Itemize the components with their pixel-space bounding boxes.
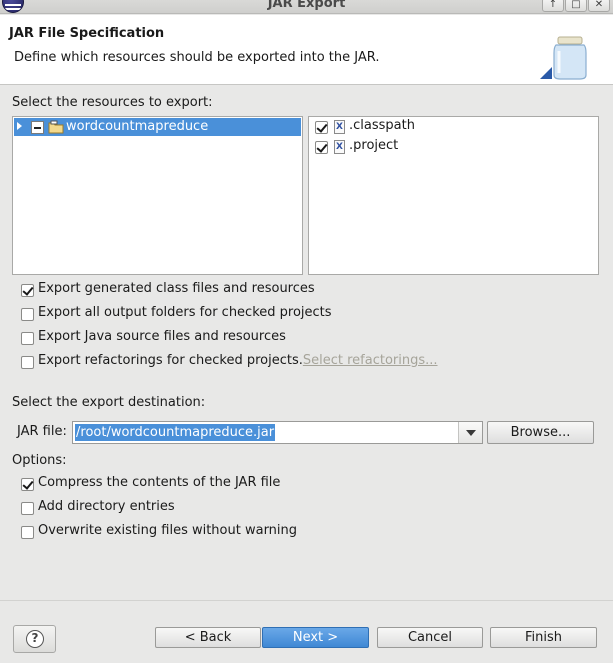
export-java-source-option[interactable]: Export Java source files and resources: [20, 329, 470, 347]
window-title: JAR Export: [267, 0, 346, 11]
file-item-project[interactable]: X .project: [313, 138, 593, 156]
project-folder-icon: [48, 120, 64, 134]
cancel-button[interactable]: Cancel: [377, 627, 483, 648]
checkbox[interactable]: [21, 332, 34, 345]
wizard-header: JAR File Specification Define which reso…: [0, 15, 613, 85]
up-icon[interactable]: ↑: [542, 0, 564, 12]
chevron-down-icon[interactable]: [458, 422, 482, 443]
option-label: Compress the contents of the JAR file: [38, 475, 281, 490]
browse-button[interactable]: Browse...: [487, 421, 594, 444]
checkbox[interactable]: [21, 284, 34, 297]
finish-button[interactable]: Finish: [490, 627, 597, 648]
option-label: Export Java source files and resources: [38, 329, 286, 344]
checkbox[interactable]: [21, 502, 34, 515]
option-label: Export refactorings for checked projects…: [38, 353, 438, 368]
checkbox[interactable]: [21, 356, 34, 369]
tree-item-wordcountmapreduce[interactable]: wordcountmapreduce: [14, 118, 301, 136]
jar-file-label: JAR file:: [17, 424, 67, 439]
xml-file-icon: X: [334, 140, 345, 154]
xml-file-icon: X: [334, 120, 345, 134]
file-label: .project: [349, 138, 399, 153]
title-bar: JAR Export ↑ □ ✕: [0, 0, 613, 14]
checkbox[interactable]: [315, 121, 328, 134]
checkbox[interactable]: [21, 478, 34, 491]
file-label: .classpath: [349, 118, 415, 133]
jar-file-value[interactable]: /root/wordcountmapreduce.jar: [75, 424, 276, 441]
jar-icon: [540, 36, 587, 80]
option-label: Export generated class files and resourc…: [38, 281, 315, 296]
page-title: JAR File Specification: [9, 26, 165, 41]
overwrite-option[interactable]: Overwrite existing files without warning: [20, 523, 470, 541]
jar-file-combo[interactable]: /root/wordcountmapreduce.jar: [72, 421, 483, 444]
destination-label: Select the export destination:: [12, 395, 206, 410]
next-button[interactable]: Next >: [262, 627, 369, 648]
checkbox[interactable]: [21, 526, 34, 539]
maximize-icon[interactable]: □: [565, 0, 587, 12]
option-label: Export all output folders for checked pr…: [38, 305, 332, 320]
help-icon: ?: [26, 630, 44, 648]
compress-option[interactable]: Compress the contents of the JAR file: [20, 475, 470, 493]
directory-entries-option[interactable]: Add directory entries: [20, 499, 470, 517]
checkbox[interactable]: [21, 308, 34, 321]
export-refactorings-option[interactable]: Export refactorings for checked projects…: [20, 353, 470, 371]
options-label: Options:: [12, 453, 67, 468]
project-tree[interactable]: wordcountmapreduce: [12, 116, 303, 275]
footer-divider: [0, 600, 613, 601]
file-item-classpath[interactable]: X .classpath: [313, 118, 593, 136]
back-button[interactable]: < Back: [155, 627, 261, 648]
export-class-files-option[interactable]: Export generated class files and resourc…: [20, 281, 470, 299]
file-list[interactable]: X .classpath X .project: [308, 116, 599, 275]
option-label: Overwrite existing files without warning: [38, 523, 298, 538]
partial-checkbox[interactable]: [31, 121, 44, 134]
option-label: Add directory entries: [38, 499, 175, 514]
export-output-folders-option[interactable]: Export all output folders for checked pr…: [20, 305, 470, 323]
page-description: Define which resources should be exporte…: [14, 50, 380, 65]
tree-item-label: wordcountmapreduce: [66, 119, 209, 134]
select-refactorings-link[interactable]: Select refactorings...: [303, 353, 438, 368]
close-icon[interactable]: ✕: [588, 0, 610, 12]
help-button[interactable]: ?: [13, 625, 56, 653]
resources-label: Select the resources to export:: [12, 95, 213, 110]
window-controls: ↑ □ ✕: [541, 0, 610, 12]
checkbox[interactable]: [315, 141, 328, 154]
expand-arrow-icon[interactable]: [17, 122, 22, 130]
